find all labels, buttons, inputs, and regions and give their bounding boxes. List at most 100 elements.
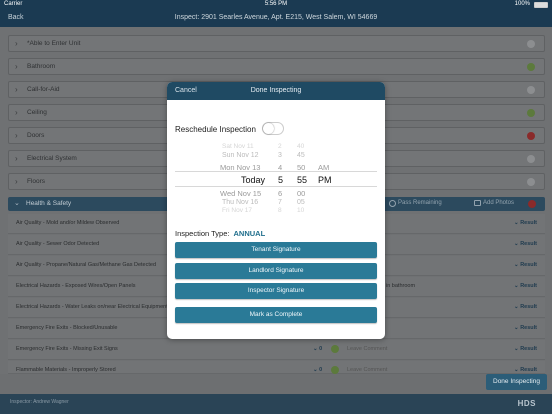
inspection-type: Inspection Type: ANNUAL [175,229,265,238]
section-label: *Able to Enter Unit [27,40,81,47]
tenant-signature-button[interactable]: Tenant Signature [175,242,377,258]
picker-date[interactable]: Mon Nov 13 [220,163,260,172]
section-label: Ceiling [27,109,47,116]
section-label: Call-for-Aid [27,86,60,93]
row-label: Air Quality - Sewer Odor Detected [16,241,100,247]
result-dropdown[interactable]: ⌄ Result [514,325,537,331]
picker-pm-selected[interactable]: PM [318,175,332,185]
date-time-picker[interactable]: Sat Nov 11 Sun Nov 12 Mon Nov 13 Today W… [167,142,385,214]
chevron-right-icon: › [15,177,18,186]
row-note: in bathroom [386,283,416,289]
picker-date[interactable]: Sun Nov 12 [222,152,259,159]
status-empty-icon [527,40,535,48]
picker-divider [175,186,377,187]
row-label: Electrical Hazards - Water Leaks on/near… [16,304,168,310]
done-inspecting-modal: Cancel Done Inspecting Reschedule Inspec… [167,82,385,339]
result-dropdown[interactable]: ⌄ Result [514,304,537,310]
picker-minute[interactable]: 05 [297,199,305,206]
landlord-signature-button[interactable]: Landlord Signature [175,263,377,279]
mark-complete-button[interactable]: Mark as Complete [175,307,377,323]
picker-hour[interactable]: 7 [278,199,282,206]
pass-remaining-label[interactable]: Pass Remaining [398,200,442,206]
reschedule-label: Reschedule Inspection [175,125,256,134]
status-fail-icon [528,200,536,208]
picker-date-selected[interactable]: Today [241,175,265,185]
picker-minute-selected[interactable]: 55 [297,175,307,185]
chevron-right-icon: › [15,131,18,140]
result-dropdown[interactable]: ⌄ Result [514,262,537,268]
picker-minute[interactable]: 40 [297,143,304,150]
section-label: Floors [27,178,46,185]
page-title: Inspect: 2901 Searles Avenue, Apt. E215,… [174,14,378,21]
section-label: Doors [27,132,45,139]
result-dropdown[interactable]: ⌄ Result [514,241,537,247]
modal-title: Done Inspecting [250,87,302,94]
table-row: Flammable Materials - Improperly Stored … [8,361,545,374]
result-dropdown[interactable]: ⌄ Result [514,367,537,373]
inspection-type-label: Inspection Type: [175,229,230,238]
inspector-name: Inspector: Andrew Wagner [10,399,69,405]
modal-header: Cancel Done Inspecting [167,82,385,100]
picker-hour-selected[interactable]: 5 [278,175,283,185]
section-bathroom[interactable]: › Bathroom [8,58,545,75]
done-inspecting-button[interactable]: Done Inspecting [486,374,547,390]
picker-date[interactable]: Wed Nov 15 [220,189,261,198]
section-label: Electrical System [27,155,77,162]
inspector-signature-button[interactable]: Inspector Signature [175,283,377,299]
add-photos-button[interactable]: Add Photos [483,200,514,206]
row-label: Electrical Hazards - Exposed Wires/Open … [16,283,136,289]
chevron-right-icon: › [15,62,18,71]
picker-am[interactable]: AM [318,163,329,172]
comment-input[interactable]: Leave Comment [347,346,387,352]
picker-date[interactable]: Thu Nov 16 [222,199,258,206]
battery-percent: 100% [514,1,530,7]
result-dropdown[interactable]: ⌄ Result [514,283,537,289]
picker-minute[interactable]: 50 [297,163,305,172]
row-label: Air Quality - Propane/Natural Gas/Methan… [16,262,157,268]
picker-hour[interactable]: 2 [278,143,282,150]
picker-date[interactable]: Sat Nov 11 [222,143,254,150]
count-dropdown[interactable]: ⌄ 0 [313,367,322,373]
footer: Inspector: Andrew Wagner HDS [0,394,552,414]
chevron-right-icon: › [15,154,18,163]
section-label: Bathroom [27,63,56,70]
status-ok-icon[interactable] [331,366,339,374]
picker-date[interactable]: Fri Nov 17 [222,207,252,214]
row-label: Air Quality - Mold and/or Mildew Observe… [16,220,120,226]
comment-input[interactable]: Leave Comment [347,367,387,373]
row-label: Emergency Fire Exits - Blocked/Unusable [16,325,118,331]
result-dropdown[interactable]: ⌄ Result [514,220,537,226]
status-empty-icon [527,86,535,94]
picker-minute[interactable]: 10 [297,207,304,214]
nav-bar: Back Inspect: 2901 Searles Avenue, Apt. … [0,10,552,27]
pass-remaining-radio[interactable] [389,200,396,207]
row-label: Flammable Materials - Improperly Stored [16,367,116,373]
status-empty-icon [527,178,535,186]
battery-icon [534,2,548,8]
picker-hour[interactable]: 3 [278,152,282,159]
status-fail-icon [527,132,535,140]
chevron-right-icon: › [15,85,18,94]
picker-hour[interactable]: 6 [278,189,282,198]
chevron-right-icon: › [15,39,18,48]
camera-icon[interactable] [474,200,481,206]
clock: 5:56 PM [264,1,288,7]
count-dropdown[interactable]: ⌄ 0 [313,346,322,352]
picker-hour[interactable]: 8 [278,207,282,214]
picker-minute[interactable]: 00 [297,189,305,198]
chevron-down-icon: ⌄ [14,200,20,207]
status-bar: Carrier 5:56 PM 100% [0,0,552,10]
status-ok-icon[interactable] [331,345,339,353]
result-dropdown[interactable]: ⌄ Result [514,346,537,352]
status-ok-icon [527,63,535,71]
inspection-type-value: ANNUAL [233,229,266,238]
section-label: Health & Safety [26,200,72,207]
picker-divider [175,171,377,172]
status-ok-icon [527,109,535,117]
picker-minute[interactable]: 45 [297,152,305,159]
section-able-to-enter[interactable]: › *Able to Enter Unit [8,35,545,52]
picker-hour[interactable]: 4 [278,163,282,172]
chevron-right-icon: › [15,108,18,117]
reschedule-toggle[interactable] [262,122,284,135]
hds-logo: HDS [517,399,536,408]
